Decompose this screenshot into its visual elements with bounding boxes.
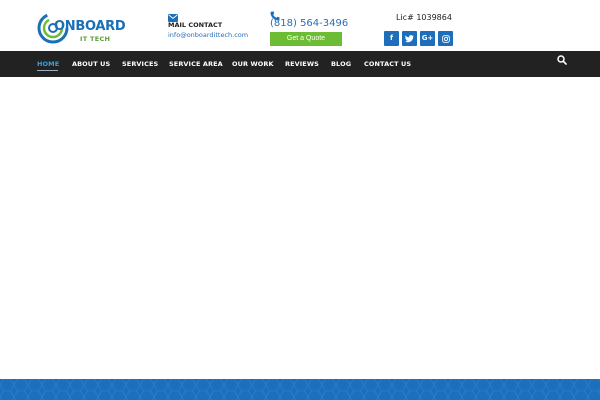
site-logo[interactable]: ONBOARD IT TECH [36,11,126,45]
nav-item-blog[interactable]: BLOG [331,60,351,68]
main-navigation: HOME ABOUT US SERVICES SERVICE AREA OUR … [0,51,600,77]
footer-pattern [0,379,600,400]
twitter-bird-glyph [405,35,414,43]
google-plus-icon[interactable]: G+ [420,31,435,46]
site-header: ONBOARD IT TECH MAIL CONTACT info@onboar… [0,0,600,51]
page: ONBOARD IT TECH MAIL CONTACT info@onboar… [0,0,600,400]
phone-number-link[interactable]: (818) 564-3496 [270,18,348,29]
instagram-icon[interactable] [438,31,453,46]
mail-contact-label: MAIL CONTACT [168,21,223,29]
search-icon[interactable] [557,55,567,65]
email-link[interactable]: info@onboardittech.com [168,31,248,39]
nav-item-contact-us[interactable]: CONTACT US [364,60,411,68]
phone-contact: (818) 564-3496 Get a Quote [270,6,360,46]
footer-band [0,379,600,400]
logo-word: ONBOARD [54,19,126,34]
nav-active-underline [37,70,58,71]
nav-item-our-work[interactable]: OUR WORK [232,60,274,68]
twitter-icon[interactable] [402,31,417,46]
main-content [0,77,600,379]
nav-item-home[interactable]: HOME [37,60,59,68]
nav-item-about-us[interactable]: ABOUT US [72,60,110,68]
social-links: f G+ [384,31,453,46]
nav-item-reviews[interactable]: REVIEWS [285,60,319,68]
license-number: Lic# 1039864 [396,13,452,22]
mail-contact: MAIL CONTACT info@onboardittech.com [168,7,258,39]
get-a-quote-button[interactable]: Get a Quote [270,32,342,46]
instagram-camera-glyph [441,34,450,43]
logo-subtitle: IT TECH [80,35,111,43]
nav-item-services[interactable]: SERVICES [122,60,158,68]
facebook-icon[interactable]: f [384,31,399,46]
nav-item-service-area[interactable]: SERVICE AREA [169,60,223,68]
